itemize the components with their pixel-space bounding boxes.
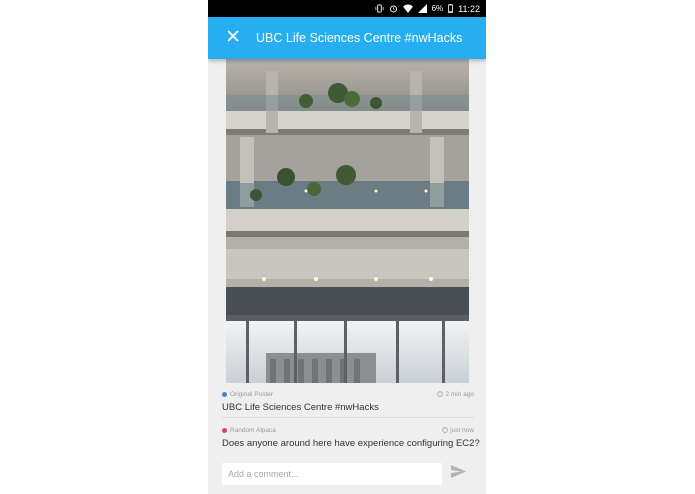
comment-text: Does anyone around here have experience … bbox=[222, 438, 480, 449]
post-content: Original Poster 2 min ago UBC Life Scien… bbox=[208, 59, 486, 494]
vibrate-icon bbox=[375, 4, 384, 13]
page-title: UBC Life Sciences Centre #nwHacks bbox=[256, 31, 463, 45]
clock-icon bbox=[437, 390, 444, 399]
comment-author: Original Poster bbox=[230, 391, 273, 398]
signal-icon bbox=[417, 4, 427, 13]
close-button[interactable] bbox=[222, 27, 244, 49]
status-bar: 6% 11:22 bbox=[208, 0, 486, 17]
app-bar: UBC Life Sciences Centre #nwHacks bbox=[208, 17, 486, 59]
alarm-icon bbox=[389, 4, 398, 13]
comment-author: Random Alpaca bbox=[230, 427, 276, 434]
comment-item: Random Alpaca just now Does anyone aroun… bbox=[222, 426, 480, 449]
comment-time: just now bbox=[450, 427, 474, 434]
battery-icon bbox=[448, 4, 454, 13]
comment-item: Original Poster 2 min ago UBC Life Scien… bbox=[222, 390, 474, 413]
wifi-icon bbox=[402, 4, 413, 13]
comment-input[interactable]: Add a comment... bbox=[222, 463, 442, 485]
close-icon bbox=[227, 29, 239, 47]
clock-icon bbox=[442, 426, 448, 435]
send-icon bbox=[450, 465, 466, 483]
battery-percent: 6% bbox=[431, 4, 444, 13]
post-photo[interactable] bbox=[226, 59, 469, 383]
author-dot bbox=[222, 392, 227, 397]
send-button[interactable] bbox=[448, 464, 468, 484]
comment-placeholder: Add a comment... bbox=[228, 469, 299, 479]
author-dot bbox=[222, 428, 227, 433]
divider bbox=[222, 417, 474, 418]
comment-time: 2 min ago bbox=[445, 391, 474, 398]
phone-screen: 6% 11:22 UBC Life Sciences Centre #nwHac… bbox=[208, 0, 486, 494]
status-time: 11:22 bbox=[458, 3, 480, 14]
comment-text: UBC Life Sciences Centre #nwHacks bbox=[222, 402, 379, 413]
